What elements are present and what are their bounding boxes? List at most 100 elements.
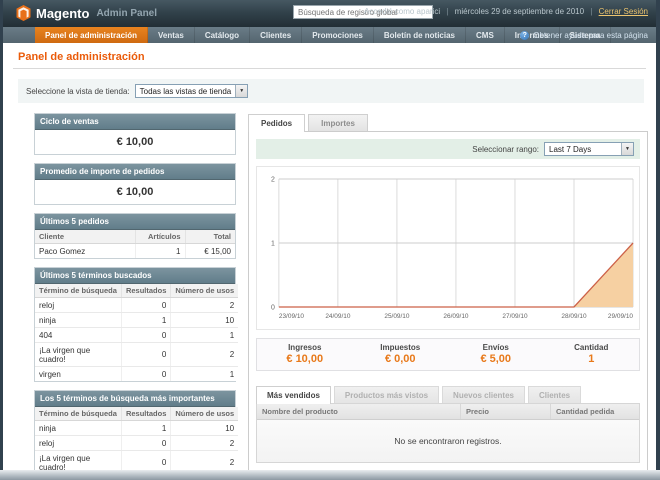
magento-admin-window: Magento Admin Panel Accedió como aparici… <box>3 0 656 470</box>
table-row[interactable]: 404 0 1 <box>35 327 239 343</box>
lifetime-sales-value: € 10,00 <box>35 130 235 154</box>
last-search-terms-table: Término de búsqueda Resultados Número de… <box>35 284 239 381</box>
tab-bestsellers[interactable]: Más vendidos <box>256 386 331 404</box>
nav-item-sales[interactable]: Ventas <box>148 27 195 43</box>
col-header: Total <box>185 230 235 244</box>
col-header: Número de usos <box>170 407 239 421</box>
cell: 0 <box>121 342 172 367</box>
stat-label: Ingresos <box>288 343 322 352</box>
last-search-terms-title: Últimos 5 términos buscados <box>35 268 235 284</box>
average-orders-title: Promedio de importe de pedidos <box>35 164 235 180</box>
svg-text:28/09/10: 28/09/10 <box>561 313 587 320</box>
cell: reloj <box>35 435 122 451</box>
stat-revenue: Ingresos € 10,00 <box>257 339 353 370</box>
range-select[interactable]: Last 7 Days ▼ <box>544 142 634 156</box>
col-header: Término de búsqueda <box>35 284 122 298</box>
store-view-value: Todas las vistas de tienda <box>139 86 232 96</box>
stat-value: € 5,00 <box>480 353 512 365</box>
table-row[interactable]: reloj 0 2 <box>35 435 239 451</box>
current-date: miércoles 29 de septiembre de 2010 <box>454 7 585 16</box>
svg-text:24/09/10: 24/09/10 <box>325 313 351 320</box>
nav-item-customers[interactable]: Clientes <box>250 27 303 43</box>
cell: virgen <box>35 366 122 381</box>
svg-text:0: 0 <box>271 304 275 311</box>
cell: ninja <box>35 312 122 328</box>
col-header: Término de búsqueda <box>35 407 122 421</box>
nav-item-cms[interactable]: CMS <box>466 27 505 43</box>
cell: 0 <box>121 366 172 381</box>
cell: 0 <box>121 327 172 343</box>
cell: 1 <box>121 420 172 436</box>
col-header-product: Nombre del producto <box>257 404 461 419</box>
table-row[interactable]: ninja 1 10 <box>35 312 239 328</box>
col-header: Resultados <box>121 284 172 298</box>
cell: 1 <box>121 312 172 328</box>
last-orders-box: Últimos 5 pedidos Cliente Artículos Tota… <box>34 213 236 259</box>
chart-tabs: Pedidos Importes <box>248 113 648 132</box>
top-search-terms-title: Los 5 términos de búsqueda más important… <box>35 391 235 407</box>
table-row[interactable]: ¡La virgen que cuadro! 0 2 <box>35 342 239 367</box>
tab-customers[interactable]: Clientes <box>527 386 582 404</box>
nav-item-promotions[interactable]: Promociones <box>302 27 374 43</box>
dashboard-main: Ciclo de ventas € 10,00 Promedio de impo… <box>18 113 648 470</box>
tab-most-viewed[interactable]: Productos más vistos <box>333 386 440 404</box>
cell: 1 <box>229 369 235 379</box>
average-orders-value: € 10,00 <box>35 180 235 204</box>
col-header-qty: Cantidad pedida <box>556 407 615 416</box>
nav-item-dashboard[interactable]: Panel de administración <box>35 27 149 43</box>
svg-text:23/09/10: 23/09/10 <box>279 313 305 320</box>
col-header: Artículos <box>135 230 186 244</box>
totals-bar: Ingresos € 10,00 Impuestos € 0,00 Envíos… <box>256 338 640 371</box>
col-header-price: Precio <box>461 404 551 419</box>
chevron-down-icon: ▼ <box>235 85 248 97</box>
lifetime-sales-title: Ciclo de ventas <box>35 114 235 130</box>
right-column: Pedidos Importes Seleccionar rango: Last… <box>248 113 648 470</box>
svg-text:25/09/10: 25/09/10 <box>384 313 410 320</box>
cell: 0 <box>121 450 172 470</box>
empty-records-message: No se encontraron registros. <box>257 420 639 462</box>
bottom-tabs: Más vendidos Productos más vistos Nuevos… <box>256 385 640 404</box>
left-column: Ciclo de ventas € 10,00 Promedio de impo… <box>34 113 239 470</box>
logged-in-as: Accedió como aparici <box>364 7 441 16</box>
orders-panel: Seleccionar rango: Last 7 Days ▼ 0 1 2 23/0… <box>248 131 648 470</box>
screen: Magento Admin Panel Accedió como aparici… <box>0 0 660 480</box>
magento-logo-icon <box>16 5 31 21</box>
top-search-terms-box: Los 5 términos de búsqueda más important… <box>34 390 239 470</box>
table-row[interactable]: virgen 0 1 <box>35 366 238 381</box>
nav-item-catalog[interactable]: Catálogo <box>195 27 251 43</box>
cell: ninja <box>35 420 122 436</box>
cell: 2 <box>170 435 239 451</box>
logo-subtitle: Admin Panel <box>96 7 158 19</box>
table-row[interactable]: ¡La virgen que cuadro! 0 2 <box>35 450 239 470</box>
table-row[interactable]: Paco Gomez 1 € 15,00 <box>35 243 235 258</box>
table-row[interactable]: reloj 0 2 <box>35 297 239 313</box>
bestsellers-grid: Nombre del producto Precio Cantidad pedi… <box>256 403 640 463</box>
cell: 2 <box>170 450 239 470</box>
range-value: Last 7 Days <box>549 144 592 154</box>
tab-orders[interactable]: Pedidos <box>248 114 306 132</box>
cell: 10 <box>170 312 239 328</box>
svg-text:26/09/10: 26/09/10 <box>443 313 469 320</box>
tab-new-customers[interactable]: Nuevos clientes <box>442 386 525 404</box>
svg-text:1: 1 <box>271 240 275 247</box>
cell: 0 <box>121 297 172 313</box>
separator: | <box>590 7 593 16</box>
cell: 1 <box>170 327 239 343</box>
table-row[interactable]: ninja 1 10 <box>35 420 239 436</box>
svg-text:27/09/10: 27/09/10 <box>502 313 528 320</box>
logo-title: Magento <box>36 5 90 21</box>
range-label: Seleccionar rango: <box>472 144 539 154</box>
tab-amounts[interactable]: Importes <box>308 114 368 132</box>
cell: 1 <box>135 243 186 258</box>
grid-header: Nombre del producto Precio Cantidad pedi… <box>257 404 639 420</box>
stat-value: € 0,00 <box>384 353 416 365</box>
logout-link[interactable]: Cerrar Sesión <box>599 7 648 16</box>
chevron-down-icon: ▼ <box>621 143 633 155</box>
store-view-select[interactable]: Todas las vistas de tienda ▼ <box>134 84 249 98</box>
help-link[interactable]: ? Obtener ayuda para esta página <box>520 27 648 43</box>
separator: | <box>446 7 449 16</box>
nav-item-newsletter[interactable]: Boletín de noticias <box>374 27 466 43</box>
window-frame-bottom <box>0 470 660 480</box>
stat-value: € 10,00 <box>286 353 324 365</box>
cell: € 15,00 <box>204 246 231 256</box>
